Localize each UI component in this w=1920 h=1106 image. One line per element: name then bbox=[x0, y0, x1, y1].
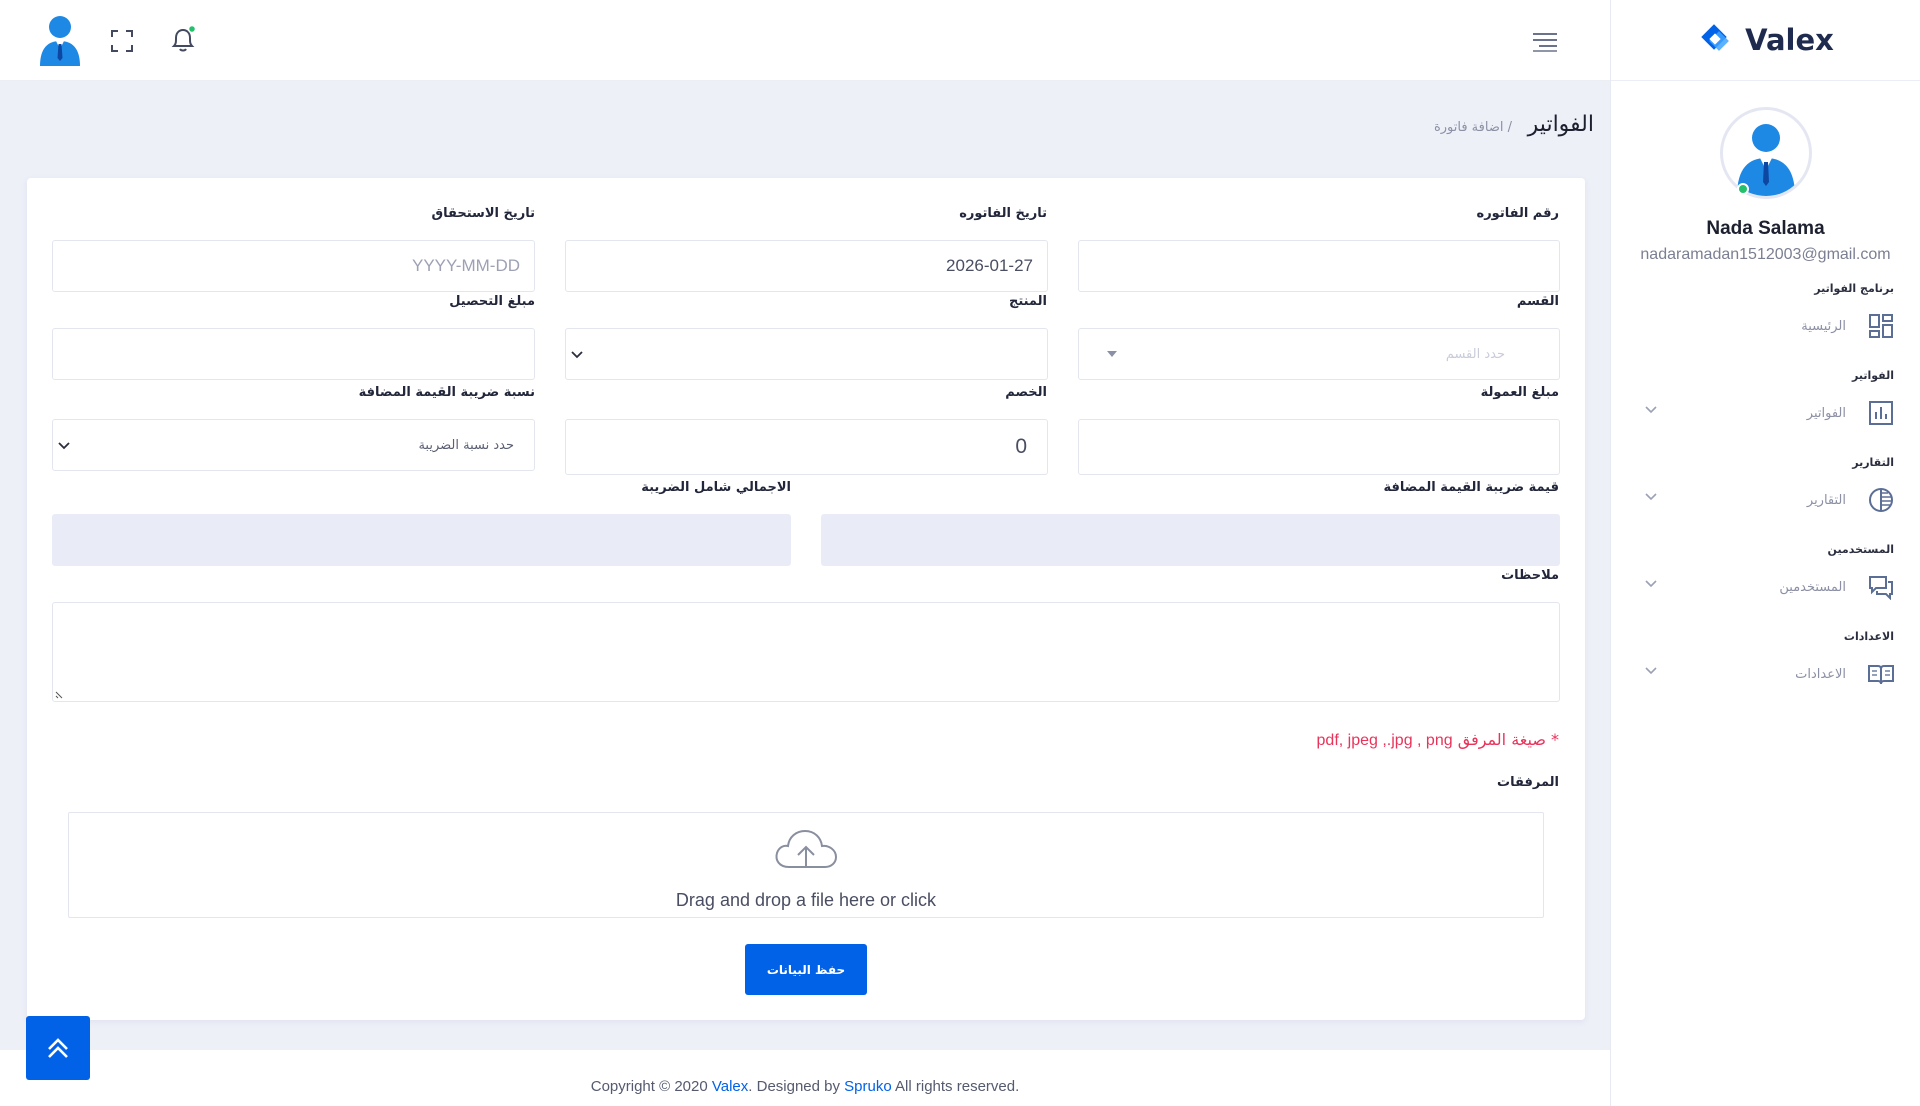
sidebar-item-invoices[interactable]: الفواتير bbox=[1637, 388, 1894, 438]
sidebar: Valex Nada Salama nadaramadan1512003@gma… bbox=[1610, 0, 1920, 1106]
due-date-input[interactable]: YYYY-MM-DD bbox=[52, 240, 535, 292]
chat-icon bbox=[1869, 576, 1893, 600]
copyright-text: Copyright © 2020 Valex. Designed by Spru… bbox=[0, 1078, 1610, 1095]
collection-amount-label: مبلغ التحصيل bbox=[449, 294, 535, 309]
vat-rate-placeholder: حدد نسبة الضريبة bbox=[418, 437, 514, 453]
user-avatar-icon bbox=[1736, 124, 1795, 196]
vat-value-readonly bbox=[821, 514, 1560, 566]
due-date-placeholder: YYYY-MM-DD bbox=[412, 256, 520, 275]
user-avatar-icon[interactable] bbox=[38, 14, 82, 66]
invoice-date-value: 2026-01-27 bbox=[946, 256, 1033, 275]
attachment-hint-formats: pdf, jpeg ,.jpg , png bbox=[1316, 732, 1453, 749]
product-select[interactable] bbox=[565, 328, 1048, 380]
sidebar-item-label: المستخدمين bbox=[1779, 579, 1846, 595]
total-with-tax-label: الاجمالي شامل الضريبة bbox=[641, 480, 791, 495]
file-dropzone[interactable]: Drag and drop a file here or click bbox=[68, 812, 1544, 918]
dropzone-text: Drag and drop a file here or click bbox=[675, 890, 937, 910]
chevron-down-icon bbox=[1645, 406, 1657, 414]
valex-logo-icon bbox=[1701, 24, 1730, 51]
chevron-down-icon bbox=[1645, 580, 1657, 588]
copyright-prefix: Copyright © 2020 bbox=[590, 1078, 712, 1095]
product-label: المنتج bbox=[1008, 294, 1047, 309]
dashboard-icon bbox=[1869, 314, 1893, 338]
menu-category: برنامج الفواتير bbox=[1814, 282, 1894, 295]
copyright-middle: . Designed by bbox=[748, 1078, 845, 1095]
page-title: الفواتير bbox=[1527, 112, 1594, 137]
discount-input[interactable]: 0 bbox=[565, 419, 1048, 475]
footer-brand-link[interactable]: Valex bbox=[712, 1078, 748, 1095]
sidebar-item-home[interactable]: الرئيسية bbox=[1637, 301, 1894, 351]
sidebar-item-label: الرئيسية bbox=[1801, 318, 1846, 334]
pie-chart-icon bbox=[1869, 488, 1893, 512]
sidebar-item-users[interactable]: المستخدمين bbox=[1637, 562, 1894, 612]
logo-text: Valex bbox=[1745, 23, 1834, 57]
section-placeholder: حدد القسم bbox=[1445, 346, 1505, 362]
user-email: nadaramadan1512003@gmail.com bbox=[1640, 246, 1891, 263]
hamburger-icon[interactable] bbox=[1531, 31, 1559, 53]
caret-down-icon bbox=[1107, 351, 1117, 357]
fullscreen-icon[interactable] bbox=[111, 30, 133, 52]
attachment-format-hint: * صيغة المرفق pdf, jpeg ,.jpg , png bbox=[1317, 730, 1559, 750]
attachment-hint-text: * صيغة المرفق bbox=[1457, 730, 1559, 749]
commission-amount-label: مبلغ العمولة bbox=[1480, 385, 1559, 400]
menu-category: التقارير bbox=[1852, 456, 1894, 469]
bar-chart-icon bbox=[1869, 401, 1893, 425]
menu-category: الفواتير bbox=[1852, 369, 1894, 382]
back-to-top-button[interactable] bbox=[26, 1016, 90, 1080]
total-with-tax-readonly bbox=[52, 514, 791, 566]
cloud-upload-icon bbox=[775, 829, 838, 868]
sidebar-item-label: التقارير bbox=[1806, 492, 1846, 508]
breadcrumb[interactable]: / اضافة فاتورة bbox=[1434, 120, 1512, 135]
user-profile: Nada Salama nadaramadan1512003@gmail.com bbox=[1611, 81, 1920, 264]
discount-label: الخصم bbox=[1005, 385, 1047, 400]
logo[interactable]: Valex bbox=[1611, 0, 1920, 81]
sidebar-item-settings[interactable]: الاعدادات bbox=[1637, 649, 1894, 699]
online-status-indicator bbox=[1737, 183, 1749, 195]
sidebar-menu: برنامج الفواتير الرئيسية الفواتير الفوات… bbox=[1611, 282, 1920, 699]
footer-designer-link[interactable]: Spruko bbox=[844, 1078, 892, 1095]
sidebar-item-label: الفواتير bbox=[1806, 405, 1846, 421]
section-label: القسم bbox=[1516, 294, 1559, 309]
user-name: Nada Salama bbox=[1706, 218, 1825, 239]
invoice-number-label: رقم الفاتوره bbox=[1476, 206, 1559, 221]
footer: Copyright © 2020 Valex. Designed by Spru… bbox=[0, 1050, 1610, 1106]
collection-amount-input[interactable] bbox=[52, 328, 535, 380]
discount-value: 0 bbox=[1015, 435, 1027, 458]
chevron-down-icon bbox=[571, 351, 583, 359]
chevron-down-icon bbox=[58, 442, 70, 450]
avatar[interactable] bbox=[1719, 107, 1812, 199]
invoice-date-label: تاريخ الفاتوره bbox=[959, 206, 1047, 221]
menu-category: المستخدمين bbox=[1827, 543, 1894, 556]
notes-textarea[interactable] bbox=[52, 602, 1560, 702]
notes-label: ملاحظات bbox=[1501, 568, 1559, 583]
due-date-label: تاريخ الاستحقاق bbox=[431, 206, 535, 221]
vat-rate-label: نسبة ضريبة القيمة المضافة bbox=[358, 385, 535, 400]
resize-handle-icon[interactable] bbox=[55, 689, 65, 699]
invoice-date-input[interactable]: 2026-01-27 bbox=[565, 240, 1048, 292]
menu-category: الاعدادات bbox=[1843, 630, 1894, 643]
section-select[interactable]: حدد القسم bbox=[1078, 328, 1560, 380]
top-header bbox=[0, 0, 1610, 81]
bell-icon[interactable] bbox=[170, 26, 196, 54]
save-button[interactable]: حفظ البيانات bbox=[745, 944, 867, 995]
vat-rate-select[interactable]: حدد نسبة الضريبة bbox=[52, 419, 535, 471]
chevron-down-icon bbox=[1645, 667, 1657, 675]
chevron-down-icon bbox=[1645, 493, 1657, 501]
book-icon bbox=[1868, 665, 1894, 685]
sidebar-item-label: الاعدادات bbox=[1795, 666, 1846, 682]
double-chevron-up-icon bbox=[48, 1038, 68, 1058]
attachments-label: المرفقات bbox=[1497, 775, 1559, 790]
invoice-number-input[interactable] bbox=[1078, 240, 1560, 292]
vat-value-label: قيمة ضريبة القيمة المضافة bbox=[1383, 480, 1559, 495]
invoice-form-card: رقم الفاتوره تاريخ الفاتوره تاريخ الاستح… bbox=[27, 178, 1585, 1020]
commission-amount-input[interactable] bbox=[1078, 419, 1560, 475]
copyright-suffix: All rights reserved. bbox=[891, 1078, 1020, 1095]
sidebar-item-reports[interactable]: التقارير bbox=[1637, 475, 1894, 525]
